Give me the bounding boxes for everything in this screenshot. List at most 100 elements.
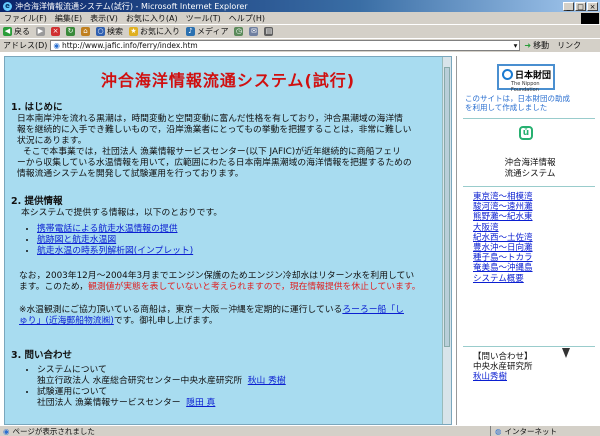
- search-button[interactable]: ○ 検索: [96, 26, 123, 37]
- standard-toolbar: ◀ 戻る ▶ × ↻ ⌂ ○ 検索 ★ お気に入り ♪ メディア ◷ ✉ ▤: [0, 24, 600, 38]
- address-input[interactable]: ◉ http://www.jafic.info/ferry/index.htm …: [50, 40, 521, 51]
- text-line: 日本南岸沖を流れる黒潮は，時間変動と空間変動に富んだ性格を有しており，沖合黒潮域…: [17, 114, 403, 124]
- zone-label: インターネット: [504, 426, 558, 436]
- favorites-button[interactable]: ★ お気に入り: [129, 26, 180, 37]
- region-link[interactable]: 東京湾～相模湾: [473, 192, 533, 202]
- maximize-button[interactable]: □: [575, 1, 586, 11]
- print-button[interactable]: ▤: [264, 27, 274, 36]
- region-link[interactable]: 紀水西～土佐湾: [473, 233, 533, 243]
- menu-help[interactable]: ヘルプ(H): [229, 13, 265, 24]
- sponsor-note: このサイトは，日本財団の助成 を利用して作成しました: [465, 94, 597, 112]
- dropdown-arrow-icon[interactable]: ▾: [514, 41, 518, 50]
- list-item: 携帯電話による航走水温情報の提供: [37, 224, 222, 235]
- close-button[interactable]: ×: [587, 1, 598, 11]
- timeseries-link[interactable]: 航走水温の時系列解析図(インプレット): [37, 246, 193, 256]
- text-line: ※水温観測にご協力頂いている商船は，東京－大阪－沖縄を定期的に運行しているろーろ…: [19, 305, 404, 316]
- history-button[interactable]: ◷: [234, 27, 244, 36]
- favorites-label: お気に入り: [140, 27, 180, 36]
- go-label: 移動: [533, 41, 550, 50]
- region-link[interactable]: 駿河湾～遠州灘: [473, 202, 533, 212]
- print-icon: ▤: [264, 27, 274, 36]
- stop-button[interactable]: ×: [51, 27, 60, 36]
- menu-edit[interactable]: 編集(E): [55, 13, 82, 24]
- ship-link[interactable]: ろーろー船「し: [342, 305, 404, 315]
- back-button[interactable]: ◀ 戻る: [3, 26, 30, 37]
- info-link-list: 携帯電話による航走水温情報の提供 航跡図と航走水温図 航走水温の時系列解析図(イ…: [37, 224, 222, 257]
- text-line: なお，2003年12月〜2004年3月までエンジン保護のためエンジン冷却水はリタ…: [19, 271, 415, 281]
- observation-paragraph: ※水温観測にご協力頂いている商船は，東京－大阪－沖縄を定期的に運行しているろーろ…: [19, 305, 404, 327]
- main-frame: 沖合海洋情報流通システム(試行) 1. はじめに 日本南岸沖を流れる黒潮は，時間…: [4, 56, 452, 425]
- back-arrow-icon: ◀: [3, 27, 12, 36]
- ie-icon: e: [3, 1, 12, 11]
- address-bar: アドレス(D) ◉ http://www.jafic.info/ferry/in…: [0, 38, 600, 52]
- home-button[interactable]: ⌂: [81, 27, 90, 36]
- text-line: 状況にあります。: [17, 136, 87, 146]
- media-button[interactable]: ♪ メディア: [186, 26, 228, 37]
- system-name: 沖合海洋情報 流通システム: [485, 158, 575, 180]
- mobile-info-link[interactable]: 携帯電話による航走水温情報の提供: [37, 224, 178, 234]
- list-item: 航走水温の時系列解析図(インプレット): [37, 246, 222, 257]
- browser-content: 沖合海洋情報流通システム(試行) 1. はじめに 日本南岸沖を流れる黒潮は，時間…: [0, 52, 600, 425]
- section-intro: 1. はじめに 日本南岸沖を流れる黒潮は，時間変動と空間変動に富んだ性格を有して…: [11, 99, 412, 180]
- go-button[interactable]: ➜ 移動: [524, 40, 549, 51]
- nippon-foundation-logo-icon: [502, 69, 513, 80]
- status-text: ページが表示されました: [12, 426, 95, 436]
- forward-arrow-icon: ▶: [36, 27, 45, 36]
- search-label: 検索: [107, 27, 123, 36]
- section-info: 2. 提供情報 本システムで提供する情報は，以下のとおりです。 携帯電話による航…: [11, 193, 222, 257]
- thanks-text: です。御礼申し上げます。: [113, 316, 218, 326]
- system-logo-icon: ů: [519, 126, 533, 140]
- contact-onda-link[interactable]: 隠田 真: [186, 398, 215, 408]
- text-line: 独立行政法人 水産総合研究センター中央水産研究所 秋山 秀樹: [37, 376, 286, 387]
- region-link[interactable]: 種子島～トカラ: [473, 253, 533, 263]
- sponsor-name-en: The Nippon Foundation: [511, 81, 540, 93]
- window-title: 沖合海洋情報流通システム(試行) - Microsoft Internet Ex…: [15, 1, 248, 11]
- text-line: 沖合海洋情報: [504, 158, 556, 168]
- text-line: 情報流通システムを開発して試験運用を行っております。: [17, 169, 244, 179]
- contact-org: 独立行政法人 水産総合研究センター中央水産研究所: [37, 376, 243, 386]
- track-map-link[interactable]: 航跡図と航走水温図: [37, 235, 116, 245]
- address-url: http://www.jafic.info/ferry/index.htm: [61, 41, 198, 50]
- history-icon: ◷: [234, 27, 244, 36]
- region-link[interactable]: 奄美島～沖縄島: [473, 263, 533, 273]
- menu-bar: ファイル(F) 編集(E) 表示(V) お気に入り(A) ツール(T) ヘルプ(…: [0, 12, 600, 24]
- nippon-foundation-banner[interactable]: 日本財団 The Nippon Foundation: [497, 64, 555, 93]
- divider: [463, 118, 595, 119]
- observation-text: ※水温観測にご協力頂いている商船は，東京－大阪－沖縄を定期的に運行している: [19, 305, 343, 315]
- text-line: ゅり」(近海郵船物流㈱)です。御礼申し上げます。: [19, 316, 404, 327]
- window-titlebar: e 沖合海洋情報流通システム(試行) - Microsoft Internet …: [0, 0, 600, 12]
- star-icon: ★: [129, 27, 138, 36]
- refresh-button[interactable]: ↻: [66, 27, 75, 36]
- menu-tools[interactable]: ツール(T): [186, 13, 221, 24]
- mail-button[interactable]: ✉: [249, 27, 259, 36]
- globe-icon: ◍: [495, 426, 502, 436]
- forward-button[interactable]: ▶: [36, 27, 45, 36]
- scrollbar-thumb[interactable]: [444, 67, 450, 347]
- region-link[interactable]: 熊野灘～紀水東: [473, 212, 533, 222]
- system-overview-link[interactable]: システム概要: [473, 274, 533, 284]
- divider: [463, 186, 595, 187]
- notice-text: ます。このため，: [19, 282, 89, 292]
- minimize-button[interactable]: _: [563, 1, 574, 11]
- page-done-icon: ◉: [3, 426, 10, 436]
- menu-file[interactable]: ファイル(F): [4, 13, 47, 24]
- menu-favorites[interactable]: お気に入り(A): [126, 13, 178, 24]
- list-item: システムについて 独立行政法人 水産総合研究センター中央水産研究所 秋山 秀樹: [37, 365, 286, 387]
- security-zone: ◍ インターネット: [490, 425, 600, 436]
- main-scrollbar[interactable]: [442, 57, 451, 424]
- contact-akiyama-link[interactable]: 秋山 秀樹: [248, 376, 286, 386]
- refresh-icon: ↻: [66, 27, 75, 36]
- windows-logo-icon: [581, 12, 599, 24]
- notice-paragraph: なお，2003年12月〜2004年3月までエンジン保護のためエンジン冷却水はリタ…: [19, 271, 421, 293]
- region-link[interactable]: 大阪湾: [473, 223, 533, 233]
- stop-icon: ×: [51, 27, 60, 36]
- contact-org: 中央水産研究所: [473, 362, 533, 373]
- back-label: 戻る: [14, 27, 30, 36]
- region-link[interactable]: 豊水沖～日向灘: [473, 243, 533, 253]
- links-button[interactable]: リンク: [557, 40, 581, 51]
- contact-person-link[interactable]: 秋山秀樹: [473, 372, 533, 382]
- list-item: 試験運用について 社団法人 漁業情報サービスセンター 隠田 真: [37, 387, 286, 409]
- menu-view[interactable]: 表示(V): [90, 13, 118, 24]
- contact-list: システムについて 独立行政法人 水産総合研究センター中央水産研究所 秋山 秀樹 …: [37, 365, 286, 409]
- ship-link-cont[interactable]: ゅり」(近海郵船物流㈱): [19, 316, 114, 326]
